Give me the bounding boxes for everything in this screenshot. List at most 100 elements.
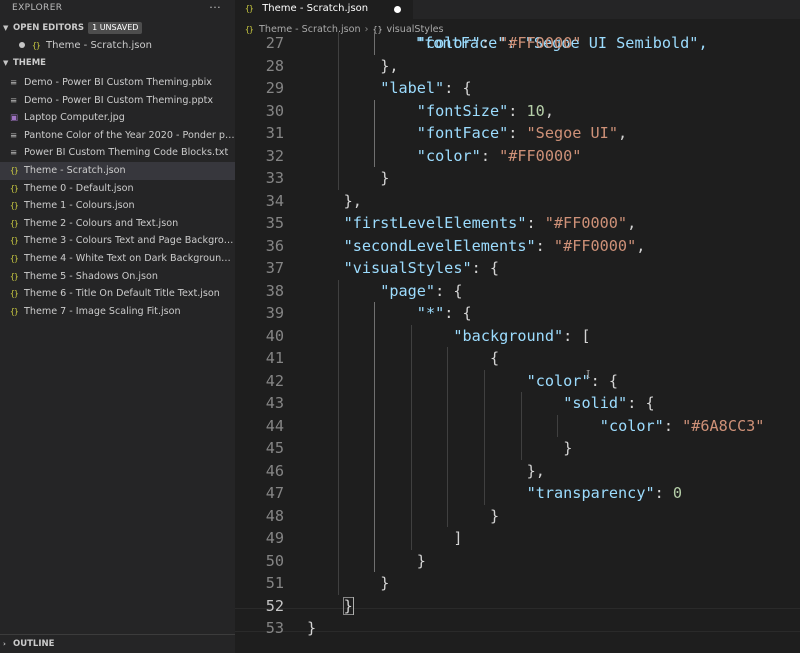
code-token: "#FF0000"	[499, 34, 582, 52]
code-line-text: "fontSize": 10,	[417, 100, 554, 123]
explorer-title: EXPLORER	[12, 3, 63, 13]
code-line-text: },	[380, 55, 398, 78]
line-number: 49	[265, 529, 284, 547]
code-token: },	[380, 56, 399, 75]
file-label: Laptop Computer.jpg	[24, 112, 125, 124]
file-item[interactable]: {} Theme 2 - Colours and Text.json	[0, 215, 235, 233]
file-item[interactable]: {} Theme 4 - White Text on Dark Backgroun…	[0, 250, 235, 268]
line-number: 45	[265, 439, 284, 457]
code-line-text: "color": "#FF0000"	[417, 32, 582, 55]
line-number: 53	[265, 619, 284, 637]
code-line: 46},	[235, 460, 800, 483]
indent-guide	[484, 369, 485, 505]
code-token: :	[663, 416, 683, 435]
code-token: :	[480, 34, 500, 52]
code-line-text: "visualStyles": {	[344, 257, 499, 280]
text-file-icon: ≡	[10, 78, 18, 88]
code-line: 31 "fontFace": "Segoe UI",	[235, 122, 800, 145]
code-token: "visualStyles"	[343, 259, 472, 277]
code-token: ,	[627, 214, 637, 232]
code-token: ,	[617, 124, 628, 142]
line-number: 34	[265, 191, 284, 210]
line-number: 51	[265, 574, 284, 592]
file-item[interactable]: {} Theme 3 - Colours Text and Page Backgr…	[0, 232, 235, 250]
code-token: },	[526, 461, 545, 480]
indent-guide	[520, 392, 522, 460]
code-token: }	[416, 551, 426, 570]
file-item[interactable]: {} Theme - Scratch.json	[0, 161, 235, 180]
theme-folder-section[interactable]: ▼ THEME	[0, 55, 235, 72]
code-line: 48}	[235, 505, 800, 528]
line-number: 29	[265, 79, 284, 97]
code-token: {	[490, 349, 500, 367]
file-label: Pantone Color of the Year 2020 - Ponder …	[24, 129, 235, 141]
code-editor[interactable]: "fontFace": "Segoe UI Semibold", 27 "colo…	[235, 32, 800, 640]
code-token: 10	[526, 101, 545, 120]
file-label: Power BI Custom Theming Code Blocks.txt	[24, 147, 229, 159]
line-number: 47	[265, 484, 284, 502]
code-token: : {	[435, 281, 463, 300]
code-line: 33}	[235, 167, 800, 190]
code-token: "color"	[416, 34, 481, 52]
chevron-down-icon: ▼	[3, 24, 9, 32]
line-number: 33	[265, 169, 284, 187]
code-line-text: "firstLevelElements": "#FF0000",	[344, 212, 637, 235]
code-line: 36 "secondLevelElements": "#FF0000",	[235, 235, 800, 258]
code-token: ]	[453, 529, 463, 547]
explorer-sidebar: EXPLORER ··· ▼ OPEN EDITORS 1 UNSAVED {} Th…	[0, 0, 235, 653]
code-token: },	[343, 191, 362, 210]
code-line-text: "*": {	[417, 302, 472, 325]
file-item[interactable]: {} Theme 5 - Shadows On.json	[0, 268, 235, 286]
file-label: Theme - Scratch.json	[24, 164, 126, 176]
file-item[interactable]: {} Theme 0 - Default.json	[0, 180, 235, 198]
code-line-text: "label": {	[380, 77, 471, 100]
file-label: Theme 2 - Colours and Text.json	[24, 217, 179, 229]
ellipsis-icon[interactable]: ···	[209, 0, 221, 16]
file-item[interactable]: ≡ Power BI Custom Theming Code Blocks.txt	[0, 144, 235, 162]
code-token: }	[490, 506, 500, 525]
file-item[interactable]: {} Theme 1 - Colours.json	[0, 197, 235, 215]
code-token: :	[535, 236, 554, 255]
code-line-text: },	[527, 460, 545, 483]
json-file-icon: {}	[10, 218, 19, 228]
code-line: 49]	[235, 527, 800, 550]
line-number: 35	[265, 214, 284, 232]
open-editor-label: Theme - Scratch.json	[46, 40, 152, 51]
code-token: "#6A8CC3"	[682, 416, 765, 435]
code-line-partial: "fontFace": "Segoe UI Semibold",	[235, 10, 800, 52]
code-line-text: }	[490, 505, 499, 528]
line-number: 52	[265, 596, 284, 615]
code-token: "label"	[380, 79, 445, 97]
code-line-text: ]	[453, 527, 462, 550]
code-line-text: }	[307, 617, 316, 640]
file-item[interactable]: ▣ Laptop Computer.jpg	[0, 109, 235, 127]
code-token: ,	[544, 101, 554, 120]
outline-section[interactable]: › OUTLINE	[0, 634, 235, 653]
line-number: 37	[265, 259, 284, 277]
code-token: "fontSize"	[416, 101, 509, 120]
indent-guide	[410, 324, 412, 550]
line-number: 41	[265, 349, 284, 367]
open-editor-item[interactable]: {} Theme - Scratch.json	[0, 37, 235, 55]
code-line-text: "color": {	[527, 370, 618, 393]
json-file-icon: {}	[10, 201, 19, 211]
file-label: Theme 5 - Shadows On.json	[24, 270, 159, 282]
file-item[interactable]: ≡ Demo - Power BI Custom Theming.pptx	[0, 92, 235, 110]
code-line-text: "color": "#6A8CC3"	[600, 415, 765, 438]
file-item[interactable]: ≡ Demo - Power BI Custom Theming.pbix	[0, 74, 235, 92]
open-editors-section[interactable]: ▼ OPEN EDITORS 1 UNSAVED	[0, 20, 235, 37]
file-label: Theme 7 - Image Scaling Fit.json	[24, 305, 181, 317]
code-token: }	[380, 169, 390, 187]
code-line: 42 "color": {	[235, 370, 800, 393]
line-number: 39	[265, 304, 284, 322]
code-token: "*"	[416, 304, 445, 322]
line-number: 46	[265, 461, 284, 480]
code-token: ,	[636, 236, 646, 255]
file-item[interactable]: {} Theme 6 - Title On Default Title Text.…	[0, 285, 235, 303]
file-item[interactable]: ≡ Pantone Color of the Year 2020 - Ponder…	[0, 127, 235, 145]
unsaved-dot-icon[interactable]	[19, 42, 25, 48]
theme-folder-title: THEME	[13, 58, 46, 68]
file-item[interactable]: {} Theme 7 - Image Scaling Fit.json	[0, 303, 235, 321]
code-line: 44 "color": "#6A8CC3"	[235, 415, 800, 438]
code-line: 37 "visualStyles": {	[235, 257, 800, 280]
